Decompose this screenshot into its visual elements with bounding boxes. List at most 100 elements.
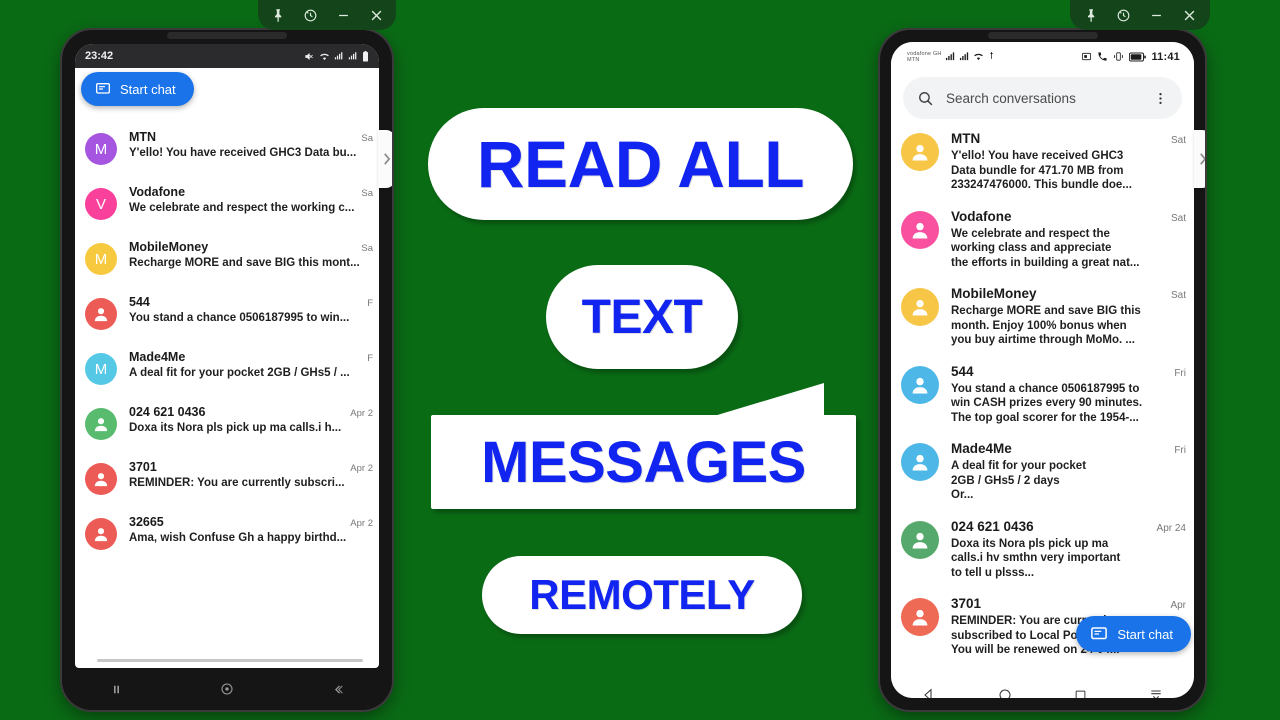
conversation-body: 3701 Apr 2 REMINDER: You are currently sub… [129,460,375,489]
conversation-body: MobileMoney Sa Recharge MORE and save BIG … [129,240,375,269]
back-triangle-icon[interactable] [921,687,937,698]
overlay-text-messages: MESSAGES [431,383,856,509]
snippet-line: you buy airtime through MoMo. ... [951,334,1135,346]
screenshot-icon [1081,51,1092,62]
conversation-row[interactable]: 32665 Apr 2 Ama, wish Confuse Gh a happy b… [75,505,379,560]
conversation-header: 544 Fri [951,364,1186,379]
conversation-row[interactable]: M MTN Sa Y'ello! You have received GHC3 Dat… [75,120,379,175]
conversation-snippet: Doxa its Nora pls pick up ma calls.i hv s… [951,537,1186,581]
snippet-line: 2GB / GHs5 / 2 days [951,474,1060,487]
more-vert-icon[interactable] [1153,91,1168,106]
conversation-snippet: Ama, wish Confuse Gh a happy birthd... [129,532,347,544]
conversation-sender: Made4Me [129,350,186,364]
signal-icon [348,51,358,61]
conversation-timestamp: Sa [361,188,373,199]
conversation-body: 544 F You stand a chance 0506187995 to win… [129,295,375,324]
conversation-timestamp: F [367,353,373,364]
signal-icon [945,51,956,62]
conversation-row[interactable]: 3701 Apr 2 REMINDER: You are currently sub… [75,450,379,505]
pin-icon[interactable] [1083,6,1098,24]
avatar-person-icon [901,133,939,171]
conversation-body: Made4Me F A deal fit for your pocket 2GB /… [129,350,375,379]
conversation-header: MobileMoney Sat [951,286,1186,301]
conversation-snippet: A deal fit for your pocket 2GB / GHs5 / 2… [951,459,1186,503]
avatar-letter: M [85,243,117,275]
phone-left-screen: 23:42 Start chat M MTN Sa Y'ello! You ha… [75,44,379,668]
vibrate-icon [1113,51,1124,62]
phone-right: vodafone GH MTN 11:41 Search conversatio… [880,30,1205,710]
conversation-row[interactable]: 024 621 0436 Apr 24 Doxa its Nora pls pick… [891,511,1194,589]
snippet-line: Doxa its Nora pls pick up ma [951,537,1109,550]
start-chat-label: Start chat [120,81,176,97]
home-circle-icon[interactable] [997,687,1013,698]
conversation-row[interactable]: 544 Fri You stand a chance 0506187995 to wi… [891,356,1194,434]
conversation-sender: 544 [951,363,974,379]
hide-nav-icon[interactable] [1148,687,1164,698]
message-icon [95,81,111,97]
call-icon [1097,51,1108,62]
conversation-snippet: A deal fit for your pocket 2GB / GHs5 / … [129,367,350,379]
conversation-header: MTN Sa [129,130,375,144]
conversation-list-right[interactable]: MTN Sat Y'ello! You have received GHC3 Data… [891,123,1194,678]
overlay-text-remotely: REMOTELY [482,556,802,634]
conversation-body: MTN Sa Y'ello! You have received GHC3 Data… [129,130,375,159]
pin-icon[interactable] [270,6,285,24]
history-icon[interactable] [1116,6,1131,24]
snippet-line: calls.i hv smthn very important [951,552,1121,564]
conversation-row[interactable]: MTN Sat Y'ello! You have received GHC3 Data… [891,123,1194,201]
conversation-row[interactable]: 544 F You stand a chance 0506187995 to win… [75,285,379,340]
avatar-person-icon [901,365,939,404]
conversation-timestamp: Apr 2 [350,518,373,529]
conversation-header: Vodafone Sat [951,209,1186,224]
minimize-icon[interactable] [1149,6,1164,24]
snippet-line: The top goal scorer for the 1954-... [951,411,1139,424]
conversation-row[interactable]: Vodafone Sat We celebrate and respect the w… [891,201,1194,279]
conversation-body: MobileMoney Sat Recharge MORE and save BIG… [951,286,1186,348]
conversation-row[interactable]: V Vodafone Sa We celebrate and respect the … [75,175,379,230]
conversation-sender: Made4Me [951,441,1012,456]
avatar-person-icon [901,520,939,559]
conversation-body: MTN Sat Y'ello! You have received GHC3 Data… [951,131,1186,193]
conversation-sender: MTN [129,130,157,144]
wifi-icon [319,51,330,62]
snippet-line: 233247476000. This bundle doe... [951,179,1132,191]
conversation-row[interactable]: MobileMoney Sat Recharge MORE and save BIG… [891,278,1194,356]
avatar-letter: M [85,353,117,385]
back-icon[interactable] [330,682,345,697]
history-icon[interactable] [303,6,318,24]
conversation-row[interactable]: Made4Me Fri A deal fit for your pocket 2GB … [891,433,1194,511]
search-bar[interactable]: Search conversations [903,77,1182,119]
conversation-snippet: We celebrate and respect the working c..… [129,202,355,214]
mute-icon [304,51,315,62]
search-input[interactable]: Search conversations [946,91,1141,106]
pause-icon[interactable] [109,682,124,697]
conversation-row[interactable]: M Made4Me F A deal fit for your pocket 2GB … [75,340,379,395]
close-icon[interactable] [369,6,384,24]
snippet-line: the efforts in building a great nat... [951,256,1140,269]
conversation-body: Vodafone Sa We celebrate and respect the w… [129,185,375,214]
start-chat-button-left[interactable]: Start chat [81,72,194,106]
minimize-icon[interactable] [336,6,351,24]
conversation-timestamp: Apr 2 [350,463,373,474]
conversation-sender: 544 [129,295,150,309]
phone-left: 23:42 Start chat M MTN Sa Y'ello! You ha… [62,30,392,710]
conversation-sender: Vodafone [951,208,1012,224]
conversation-header: Made4Me F [129,350,375,364]
conversation-row[interactable]: M MobileMoney Sa Recharge MORE and save BIG… [75,230,379,285]
avatar-person-icon [85,463,117,495]
conversation-timestamp: Fri [1174,367,1186,379]
conversation-list-left[interactable]: M MTN Sa Y'ello! You have received GHC3 Dat… [75,120,379,641]
screen-root: 23:42 Start chat M MTN Sa Y'ello! You ha… [0,0,1280,720]
side-panel-handle-left[interactable] [378,130,392,188]
home-icon[interactable] [219,681,235,697]
close-icon[interactable] [1182,6,1197,24]
recents-square-icon[interactable] [1073,688,1088,698]
conversation-row[interactable]: 024 621 0436 Apr 2 Doxa its Nora pls pick … [75,395,379,450]
snippet-line: A deal fit for your pocket [951,460,1087,472]
conversation-timestamp: Apr [1170,600,1186,611]
start-chat-button-right[interactable]: Start chat [1076,616,1191,652]
overlay-text-text: TEXT [546,265,738,369]
scrollbar-indicator[interactable] [97,659,363,662]
status-icons [304,50,369,62]
side-panel-handle-right[interactable] [1194,130,1205,188]
